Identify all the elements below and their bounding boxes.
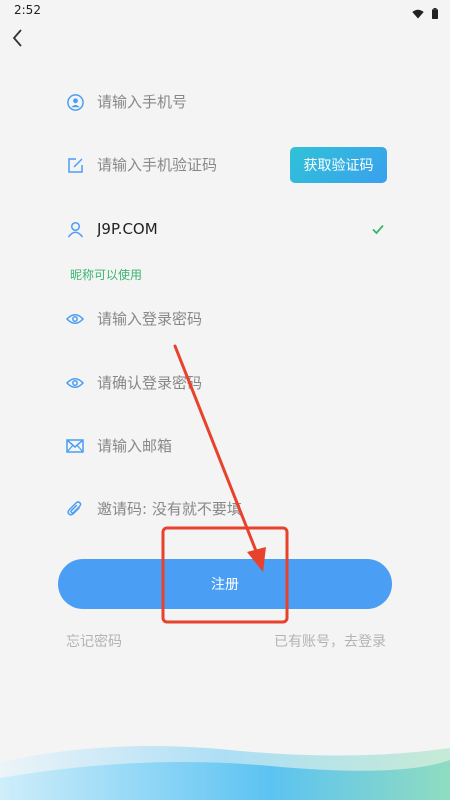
password-input[interactable] [97, 310, 388, 328]
nickname-input[interactable] [97, 220, 388, 238]
nickname-status: 昵称可以使用 [70, 268, 143, 282]
status-bar: 2:52 [0, 0, 450, 22]
edit-icon [66, 156, 84, 174]
user-circle-icon [66, 93, 84, 111]
confirm-password-input[interactable] [97, 374, 388, 392]
paperclip-icon [66, 500, 84, 518]
nickname-field [66, 211, 388, 247]
chevron-left-icon [6, 29, 30, 54]
code-field [66, 147, 281, 183]
email-input[interactable] [97, 437, 388, 455]
wifi-icon [412, 4, 424, 23]
phone-input[interactable] [97, 93, 388, 111]
eye-icon[interactable] [66, 374, 84, 392]
back-button[interactable] [6, 26, 30, 50]
forgot-password-link[interactable]: 忘记密码 [66, 631, 122, 651]
code-input[interactable] [97, 156, 281, 174]
invite-field [66, 491, 388, 527]
check-icon [371, 221, 385, 240]
register-button[interactable]: 注册 [58, 559, 392, 609]
eye-icon[interactable] [66, 310, 84, 328]
user-icon [66, 220, 84, 238]
mail-icon [66, 437, 84, 455]
status-time: 2:52 [14, 3, 41, 17]
bottom-wave-decoration [0, 746, 450, 800]
invite-input[interactable] [97, 500, 388, 518]
get-code-button[interactable]: 获取验证码 [290, 147, 387, 183]
phone-field [66, 84, 388, 120]
confirm-password-field [66, 365, 388, 401]
login-link[interactable]: 已有账号，去登录 [274, 631, 386, 651]
battery-icon [432, 4, 438, 23]
password-field [66, 301, 388, 337]
status-icons [412, 4, 438, 23]
email-field [66, 428, 388, 464]
